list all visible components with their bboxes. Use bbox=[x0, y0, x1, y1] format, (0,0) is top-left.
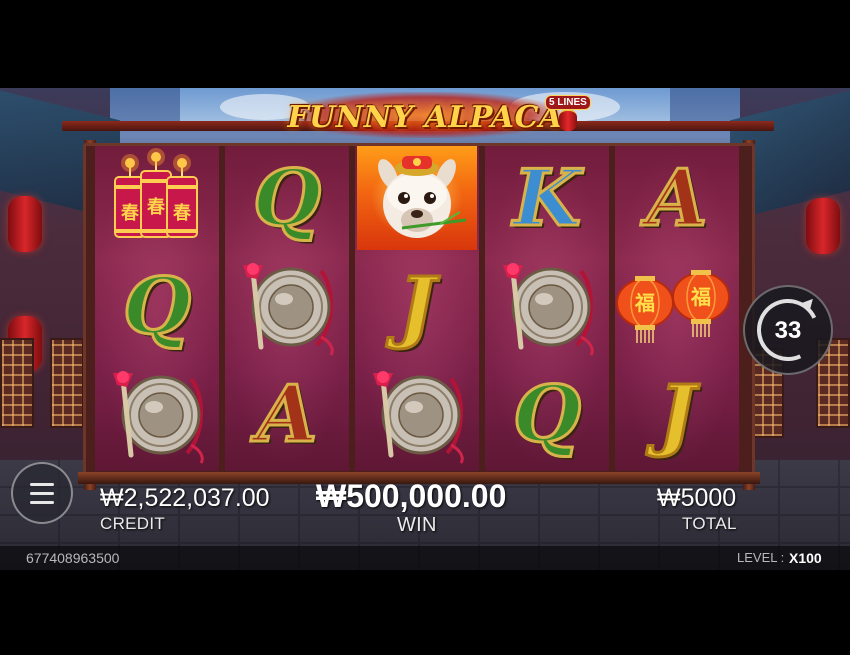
level-label: LEVEL : bbox=[737, 550, 785, 565]
auto-spin-count: 33 bbox=[774, 317, 802, 344]
menu-button[interactable] bbox=[11, 462, 73, 524]
symbol-lantern: 福福 bbox=[615, 254, 739, 360]
credit-label: CREDIT bbox=[100, 514, 166, 533]
lantern-icon: 福福 bbox=[616, 270, 730, 343]
symbol-letter-q: Q bbox=[512, 369, 583, 460]
game-logo: FUNNY ALPACA bbox=[280, 92, 570, 140]
gong-icon bbox=[243, 263, 334, 356]
total-bet-value[interactable]: ₩5000 bbox=[657, 484, 736, 513]
lines-badge-label: 5 LINES bbox=[545, 95, 591, 110]
account-id: 677408963500 bbox=[26, 550, 120, 566]
gong-icon bbox=[373, 371, 464, 464]
symbol-letter-a: A bbox=[255, 369, 319, 460]
symbol-letter-q: Q bbox=[252, 153, 323, 244]
win-label: WIN bbox=[397, 514, 437, 536]
symbol-letter-a: A bbox=[645, 153, 709, 244]
symbol-j: J bbox=[355, 254, 479, 360]
status-bar bbox=[0, 546, 850, 570]
hamburger-menu-icon bbox=[30, 482, 54, 486]
gong-icon bbox=[503, 263, 594, 356]
gong-icon bbox=[113, 371, 204, 464]
symbol-q: Q bbox=[485, 362, 609, 468]
symbol-gong bbox=[225, 254, 349, 360]
symbol-letter-k: K bbox=[512, 153, 583, 244]
symbol-firecracker: 春春春 bbox=[95, 146, 219, 252]
lines-badge: 5 LINES bbox=[543, 93, 591, 133]
symbol-letter-q: Q bbox=[122, 261, 193, 352]
win-value: ₩500,000.00 bbox=[316, 478, 507, 514]
symbol-gong bbox=[485, 254, 609, 360]
alpaca-icon bbox=[378, 156, 467, 238]
auto-spin-button[interactable]: 33 bbox=[743, 285, 833, 375]
symbol-q: Q bbox=[95, 254, 219, 360]
symbol-j: J bbox=[615, 362, 739, 468]
firecracker-icon: 春春春 bbox=[114, 148, 198, 238]
symbol-a: A bbox=[615, 146, 739, 252]
symbol-k: K bbox=[485, 146, 609, 252]
symbol-q: Q bbox=[225, 146, 349, 252]
svg-text:春: 春 bbox=[147, 196, 166, 218]
symbol-gong bbox=[95, 362, 219, 468]
symbol-letter-j: J bbox=[397, 261, 437, 352]
symbol-a: A bbox=[225, 362, 349, 468]
symbol-alpaca-wild bbox=[357, 146, 477, 250]
total-bet-label: TOTAL bbox=[682, 514, 737, 533]
svg-text:福: 福 bbox=[634, 291, 655, 315]
symbol-letter-j: J bbox=[657, 369, 697, 460]
credit-value: ₩2,522,037.00 bbox=[100, 484, 270, 512]
lantern-icon bbox=[559, 109, 577, 131]
svg-text:福: 福 bbox=[690, 285, 711, 309]
svg-text:春: 春 bbox=[121, 202, 140, 224]
game-title: FUNNY ALPACA bbox=[287, 100, 563, 135]
game-screen: FUNNY ALPACA 5 LINES 春春春QQAJKQA福福J 33 ₩2… bbox=[0, 88, 850, 570]
level-value: X100 bbox=[789, 550, 822, 566]
symbol-gong bbox=[355, 362, 479, 468]
svg-text:春: 春 bbox=[173, 202, 192, 224]
